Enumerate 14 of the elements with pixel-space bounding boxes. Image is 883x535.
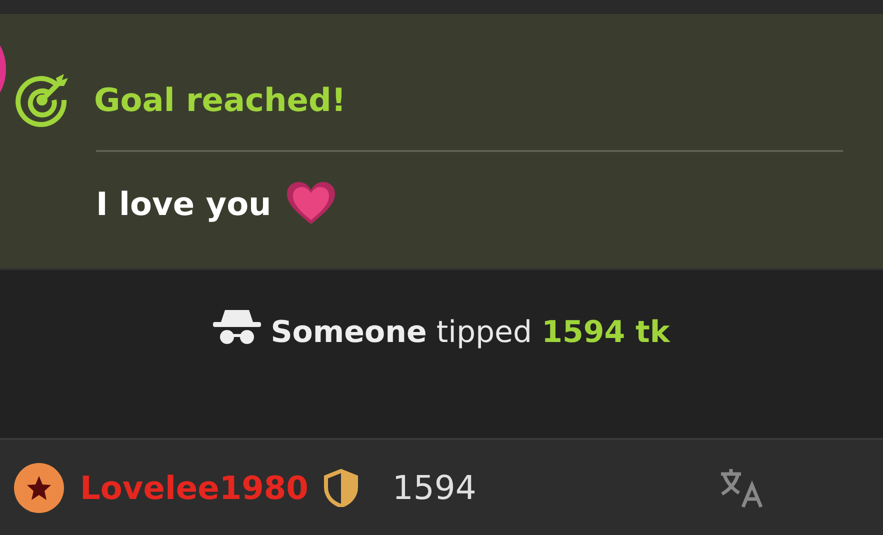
heart-icon — [287, 182, 336, 226]
tip-amount: 1594 — [392, 466, 476, 509]
incognito-icon — [213, 308, 262, 346]
shield-icon — [324, 468, 358, 506]
target-icon — [14, 72, 70, 128]
sender-name: Someone — [270, 315, 427, 350]
translate-icon — [719, 466, 765, 508]
chat-message: I love you — [96, 188, 272, 220]
tip-text: tipped — [436, 315, 532, 350]
goal-title: Goal reached! — [94, 84, 346, 116]
tip-amount: 1594 tk — [542, 315, 670, 350]
star-badge-icon — [14, 462, 64, 512]
username[interactable]: Lovelee1980 — [80, 464, 308, 512]
translate-button[interactable] — [719, 466, 765, 508]
